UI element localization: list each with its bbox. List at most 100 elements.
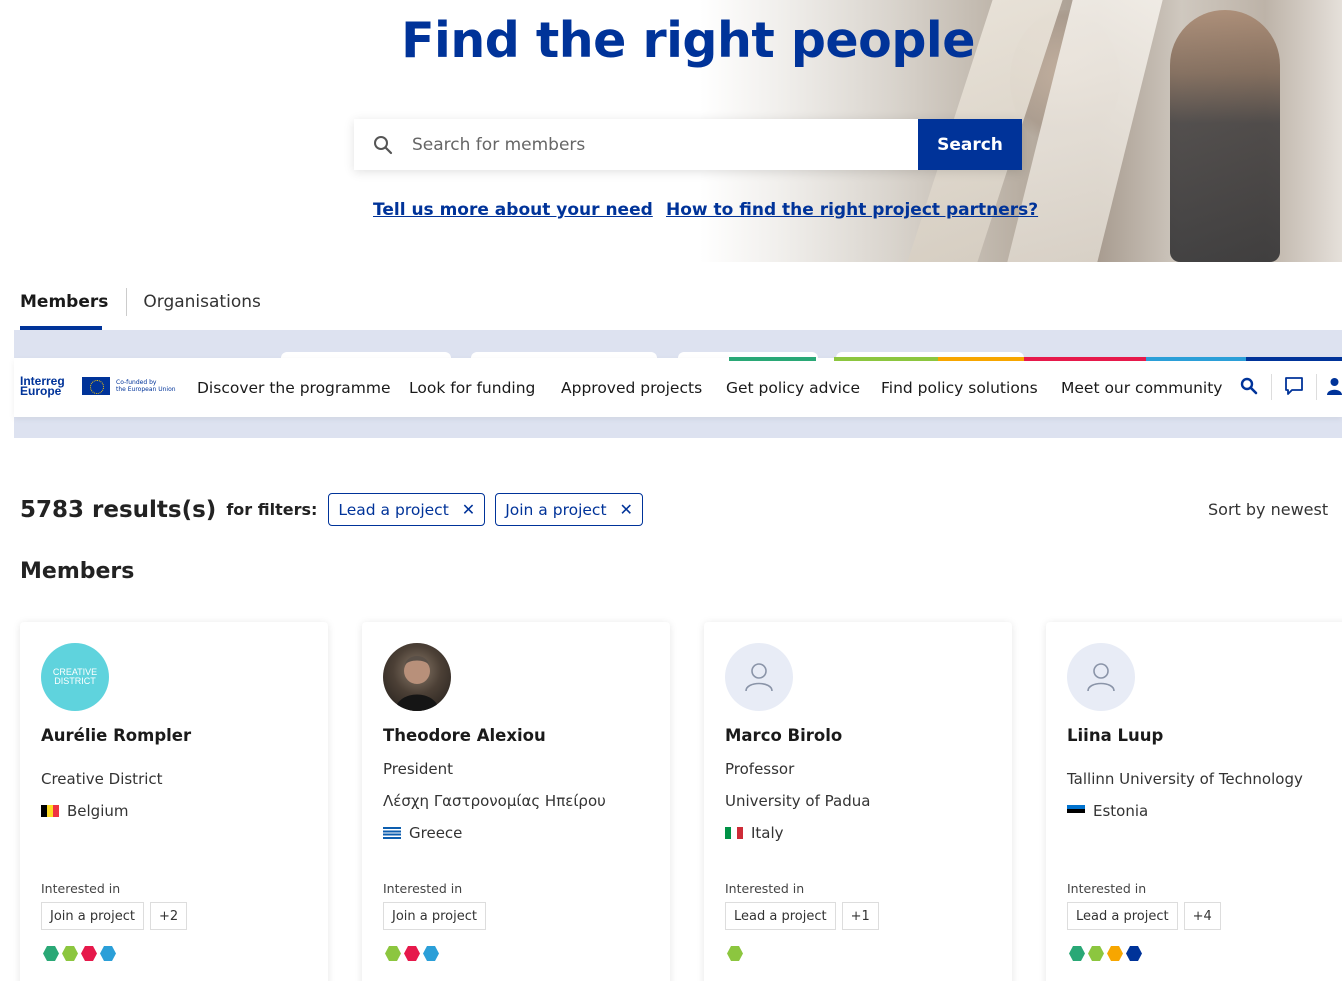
page-title: Find the right people [401,12,975,69]
topic-hexagon-icon [62,946,78,961]
filter-chip-lead-project[interactable]: Lead a project ✕ [328,493,486,526]
member-card[interactable]: Marco Birolo Professor University of Pad… [704,622,1012,981]
color-stripe-segment [938,357,1024,361]
member-country: Greece [383,824,462,842]
cofunded-label: Co-funded by the European Union [116,379,176,393]
member-name[interactable]: Liina Luup [1067,726,1163,745]
topic-hexagon-icon [100,946,116,961]
filter-chip-label: Join a project [505,500,607,519]
interest-tag: Join a project [41,902,144,930]
avatar [725,643,793,711]
interreg-logo[interactable]: Interreg Europe Co-funded by the Europea… [20,374,186,398]
avatar: CREATIVE DISTRICT [41,643,109,711]
nav-get-policy-advice[interactable]: Get policy advice [726,379,860,397]
more-tags-badge[interactable]: +1 [841,902,879,930]
eu-flag-icon [82,377,110,395]
filters-label: for filters: [226,500,318,519]
tab-organisations[interactable]: Organisations [143,292,260,312]
interested-label: Interested in [383,881,463,896]
color-stripe-segment [834,357,938,361]
avatar [383,643,451,711]
member-card[interactable]: CREATIVE DISTRICT Aurélie Rompler Creati… [20,622,328,981]
topic-hexagons [1069,946,1145,961]
member-country: Italy [725,824,784,842]
chat-icon[interactable] [1284,376,1304,400]
topic-hexagon-icon [1107,946,1123,961]
topic-hexagons [43,946,119,961]
results-summary: 5783 results(s) for filters: Lead a proj… [20,493,643,526]
sort-label: Sort by newest [1208,500,1329,519]
nav-find-policy-solutions[interactable]: Find policy solutions [881,379,1038,397]
avatar [1067,643,1135,711]
member-search-box: Search [354,119,1022,170]
topic-hexagons [385,946,442,961]
nav-discover-programme[interactable]: Discover the programme [197,379,391,397]
more-tags-badge[interactable]: +4 [1183,902,1221,930]
results-tabs: Members Organisations [20,288,261,316]
filter-chip-join-project[interactable]: Join a project ✕ [495,493,643,526]
nav-divider [1316,374,1317,400]
user-placeholder-icon [745,663,773,692]
interest-tag: Lead a project [725,902,836,930]
member-name[interactable]: Marco Birolo [725,726,842,745]
member-organisation: University of Padua [725,792,871,810]
search-icon [354,119,412,170]
filter-chip-label: Lead a project [338,500,449,519]
sort-dropdown[interactable]: Sort by newest ⌄ [1208,500,1342,519]
member-role: Professor [725,760,795,778]
color-stripe-segment [1024,357,1146,361]
nav-meet-community[interactable]: Meet our community [1061,379,1222,397]
member-name[interactable]: Aurélie Rompler [41,726,191,745]
user-icon[interactable] [1327,377,1342,399]
find-partners-link[interactable]: How to find the right project partners? [666,200,1038,220]
color-stripe-segment [729,357,816,361]
tab-members[interactable]: Members [20,292,108,312]
nav-divider [1271,374,1272,400]
more-tags-badge[interactable]: +2 [150,902,188,930]
interested-label: Interested in [725,881,805,896]
search-icon[interactable] [1240,377,1258,399]
interest-tag: Join a project [383,902,486,930]
nav-look-for-funding[interactable]: Look for funding [409,379,535,397]
hero-banner: Find the right people Search Tell us mor… [0,0,1342,262]
topic-hexagon-icon [1126,946,1142,961]
topic-hexagons [727,946,746,961]
topic-hexagon-icon [727,946,743,961]
search-button[interactable]: Search [918,119,1022,170]
nav-approved-projects[interactable]: Approved projects [561,379,702,397]
tab-divider [126,288,128,316]
member-organisation: Tallinn University of Technology [1067,770,1303,788]
topic-hexagon-icon [423,946,439,961]
greece-flag-icon [383,827,401,839]
interested-label: Interested in [1067,881,1147,896]
topic-hexagon-icon [81,946,97,961]
estonia-flag-icon [1067,805,1085,817]
member-country: Estonia [1067,802,1148,820]
interest-tags: Lead a project +4 [1067,902,1227,930]
color-stripe-segment [1246,357,1342,361]
user-placeholder-icon [1087,663,1115,692]
interest-tags: Join a project [383,902,492,930]
topic-hexagon-icon [1088,946,1104,961]
members-heading: Members [20,559,135,584]
close-icon[interactable]: ✕ [462,500,475,519]
topic-hexagon-icon [385,946,401,961]
topic-hexagon-icon [43,946,59,961]
interest-tags: Join a project +2 [41,902,193,930]
color-stripe-segment [1146,357,1246,361]
avatar-logo-text: CREATIVE DISTRICT [52,667,98,686]
member-role: President [383,760,453,778]
member-organisation: Creative District [41,770,163,788]
tell-us-need-link[interactable]: Tell us more about your need [373,200,653,220]
interest-tag: Lead a project [1067,902,1178,930]
member-card[interactable]: Theodore Alexiou President Λέσχη Γαστρον… [362,622,670,981]
interreg-logo-text: Interreg Europe [20,374,65,398]
search-input[interactable] [412,119,918,170]
member-card[interactable]: Liina Luup Tallinn University of Technol… [1046,622,1342,981]
member-organisation: Λέσχη Γαστρονομίας Ηπείρου [383,792,606,810]
interested-label: Interested in [41,881,121,896]
member-name[interactable]: Theodore Alexiou [383,726,546,745]
results-count: 5783 results(s) [20,496,217,523]
close-icon[interactable]: ✕ [620,500,633,519]
topic-hexagon-icon [404,946,420,961]
